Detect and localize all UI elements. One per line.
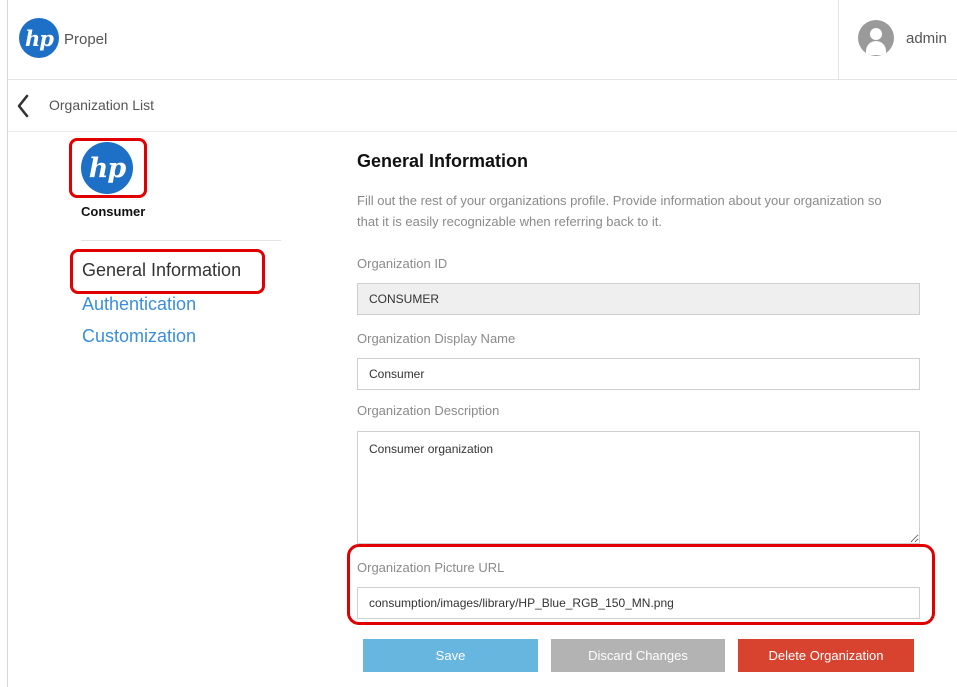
user-name[interactable]: admin bbox=[906, 30, 947, 47]
display-name-label: Organization Display Name bbox=[357, 331, 516, 346]
org-id-label: Organization ID bbox=[357, 256, 448, 271]
left-divider bbox=[81, 240, 281, 241]
back-chevron-icon[interactable] bbox=[12, 93, 34, 119]
user-avatar-icon[interactable] bbox=[858, 20, 894, 56]
picture-url-label: Organization Picture URL bbox=[357, 560, 505, 575]
description-field[interactable]: Consumer organization bbox=[357, 431, 920, 544]
display-name-field[interactable] bbox=[357, 358, 920, 390]
org-id-field[interactable] bbox=[357, 283, 920, 315]
save-button[interactable]: Save bbox=[363, 639, 538, 672]
nav-item-general-information[interactable]: General Information bbox=[82, 260, 241, 281]
nav-item-customization[interactable]: Customization bbox=[82, 326, 196, 347]
description-label: Organization Description bbox=[357, 403, 500, 418]
header-divider bbox=[838, 0, 839, 80]
breadcrumb: Organization List bbox=[8, 80, 957, 132]
picture-url-field[interactable] bbox=[357, 587, 920, 619]
app-name: Propel bbox=[64, 31, 108, 48]
nav-item-authentication[interactable]: Authentication bbox=[82, 294, 196, 315]
hp-logo-icon[interactable]: hp bbox=[19, 18, 59, 58]
page-title: General Information bbox=[357, 151, 529, 171]
delete-organization-button[interactable]: Delete Organization bbox=[738, 639, 914, 672]
app-header: hp Propel admin bbox=[8, 0, 957, 80]
section-description: Fill out the rest of your organizations … bbox=[357, 193, 882, 229]
discard-changes-button[interactable]: Discard Changes bbox=[551, 639, 725, 672]
org-hp-logo-icon: hp bbox=[81, 142, 133, 194]
breadcrumb-organization-list[interactable]: Organization List bbox=[49, 97, 154, 113]
org-name: Consumer bbox=[81, 204, 146, 219]
